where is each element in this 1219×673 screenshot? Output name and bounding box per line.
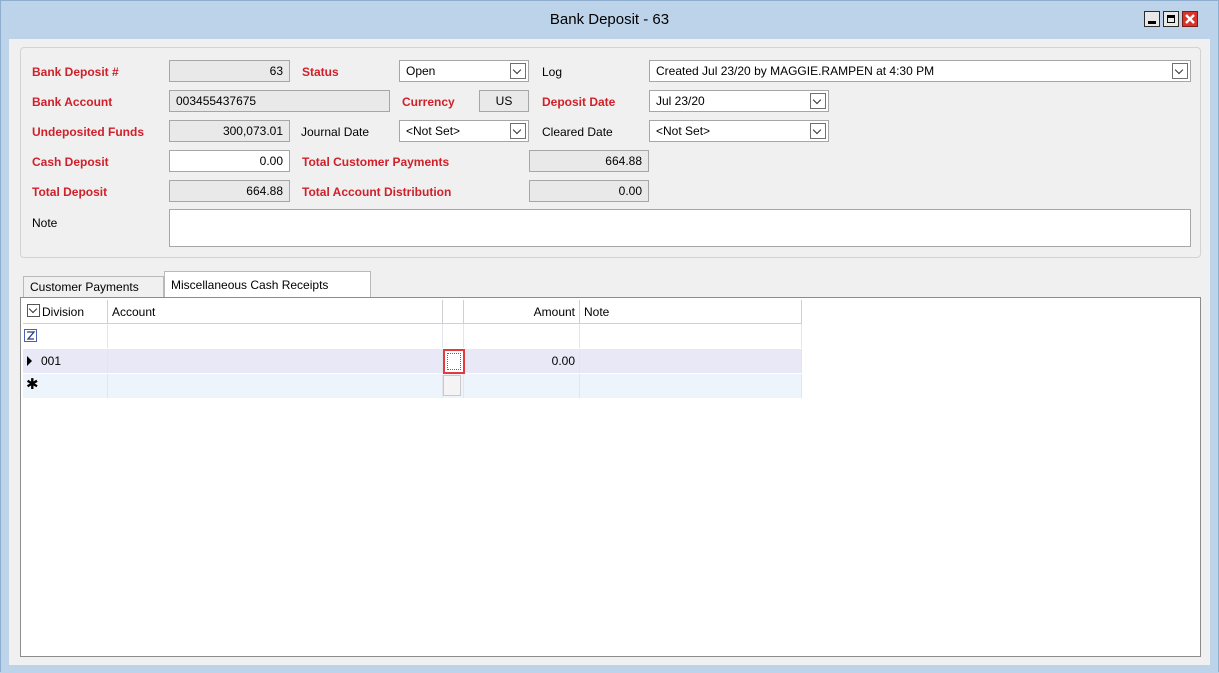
- new-row-lookup-button[interactable]: [443, 375, 461, 396]
- division-cell[interactable]: 001: [23, 349, 108, 373]
- table-row[interactable]: 001 0.00: [23, 349, 802, 374]
- log-label: Log: [542, 65, 563, 79]
- amount-cell[interactable]: 0.00: [464, 349, 580, 373]
- filter-row: [23, 324, 802, 348]
- log-value: Created Jul 23/20 by MAGGIE.RAMPEN at 4:…: [656, 64, 935, 78]
- journal-date-picker[interactable]: <Not Set>: [399, 120, 529, 142]
- note-column-header[interactable]: Note: [580, 300, 802, 324]
- new-row-division-cell[interactable]: ✱: [23, 374, 108, 398]
- cash-deposit-input[interactable]: 0.00: [169, 150, 290, 172]
- filter-cell-lookup: [443, 324, 464, 348]
- asterisk-icon: ✱: [26, 376, 39, 393]
- new-row-note-cell[interactable]: [580, 374, 802, 398]
- total-account-distribution-field: 0.00: [529, 180, 649, 202]
- currency-field: US: [479, 90, 529, 112]
- account-cell[interactable]: [108, 349, 443, 373]
- division-value: 001: [41, 354, 62, 368]
- undeposited-funds-field: 300,073.01: [169, 120, 290, 142]
- amount-column-header[interactable]: Amount: [464, 300, 580, 324]
- new-row-lookup-cell: [443, 374, 464, 398]
- maximize-icon: [1167, 15, 1175, 23]
- cash-deposit-label: Cash Deposit: [32, 155, 109, 169]
- account-lookup-button[interactable]: [443, 349, 465, 374]
- deposit-date-value: Jul 23/20: [656, 94, 705, 108]
- status-label: Status: [302, 65, 339, 79]
- close-icon: [1185, 14, 1195, 24]
- cleared-date-value: <Not Set>: [656, 124, 711, 138]
- account-lookup-cell: [443, 349, 465, 374]
- filter-cell-division[interactable]: [23, 324, 108, 348]
- lookup-column-header: [443, 300, 464, 324]
- misc-cash-receipts-grid: Division Account Amount Note 001 0.00 ✱: [20, 297, 1201, 657]
- column-chooser-icon[interactable]: [27, 304, 40, 317]
- note-cell[interactable]: [580, 349, 802, 373]
- lookup-button-face: [447, 353, 461, 370]
- deposit-date-picker[interactable]: Jul 23/20: [649, 90, 829, 112]
- note-textarea[interactable]: [169, 209, 1191, 247]
- note-label: Note: [32, 216, 58, 230]
- filter-cell-account[interactable]: [108, 324, 443, 348]
- filter-cell-note[interactable]: [580, 324, 802, 348]
- window-frame-left: [1, 39, 9, 673]
- new-row-account-cell[interactable]: [108, 374, 443, 398]
- window-title: Bank Deposit - 63: [549, 11, 670, 28]
- deposit-date-label: Deposit Date: [542, 95, 616, 109]
- division-header-label: Division: [42, 305, 85, 319]
- journal-date-label: Journal Date: [301, 125, 370, 139]
- total-customer-payments-field: 664.88: [529, 150, 649, 172]
- log-select[interactable]: Created Jul 23/20 by MAGGIE.RAMPEN at 4:…: [649, 60, 1191, 82]
- cleared-date-label: Cleared Date: [542, 125, 613, 139]
- window-frame-right: [1210, 39, 1218, 673]
- status-select[interactable]: Open: [399, 60, 529, 82]
- division-column-header[interactable]: Division: [23, 300, 108, 324]
- journal-date-value: <Not Set>: [406, 124, 461, 138]
- minimize-icon: [1148, 21, 1156, 24]
- chevron-down-icon[interactable]: [510, 63, 526, 79]
- chevron-down-icon[interactable]: [810, 93, 826, 109]
- bank-deposit-no-field: 63: [169, 60, 290, 82]
- bank-account-field: 003455437675: [169, 90, 390, 112]
- close-button[interactable]: [1182, 11, 1198, 27]
- tab-customer-payments[interactable]: Customer Payments: [23, 276, 164, 298]
- chevron-down-icon[interactable]: [510, 123, 526, 139]
- chevron-down-icon[interactable]: [1172, 63, 1188, 79]
- title-bar: Bank Deposit - 63: [1, 1, 1218, 39]
- filter-cell-amount[interactable]: [464, 324, 580, 348]
- cleared-date-picker[interactable]: <Not Set>: [649, 120, 829, 142]
- minimize-button[interactable]: [1144, 11, 1160, 27]
- total-deposit-label: Total Deposit: [32, 185, 108, 199]
- total-customer-payments-label: Total Customer Payments: [302, 155, 450, 169]
- maximize-button[interactable]: [1163, 11, 1179, 27]
- status-value: Open: [406, 64, 436, 78]
- chevron-down-icon[interactable]: [810, 123, 826, 139]
- total-deposit-field: 664.88: [169, 180, 290, 202]
- total-account-distribution-label: Total Account Distribution: [302, 185, 452, 199]
- new-row[interactable]: ✱: [23, 374, 802, 398]
- bank-deposit-no-label: Bank Deposit #: [32, 65, 119, 79]
- undeposited-funds-label: Undeposited Funds: [32, 125, 144, 139]
- new-row-amount-cell[interactable]: [464, 374, 580, 398]
- bank-account-label: Bank Account: [32, 95, 113, 109]
- currency-label: Currency: [402, 95, 455, 109]
- account-column-header[interactable]: Account: [108, 300, 443, 324]
- filter-icon[interactable]: [24, 329, 37, 342]
- bank-deposit-window: Bank Deposit - 63 Bank Deposit # 63 Stat…: [0, 0, 1219, 673]
- tab-miscellaneous-cash-receipts[interactable]: Miscellaneous Cash Receipts: [164, 271, 371, 298]
- triangle-right-icon: [27, 356, 32, 366]
